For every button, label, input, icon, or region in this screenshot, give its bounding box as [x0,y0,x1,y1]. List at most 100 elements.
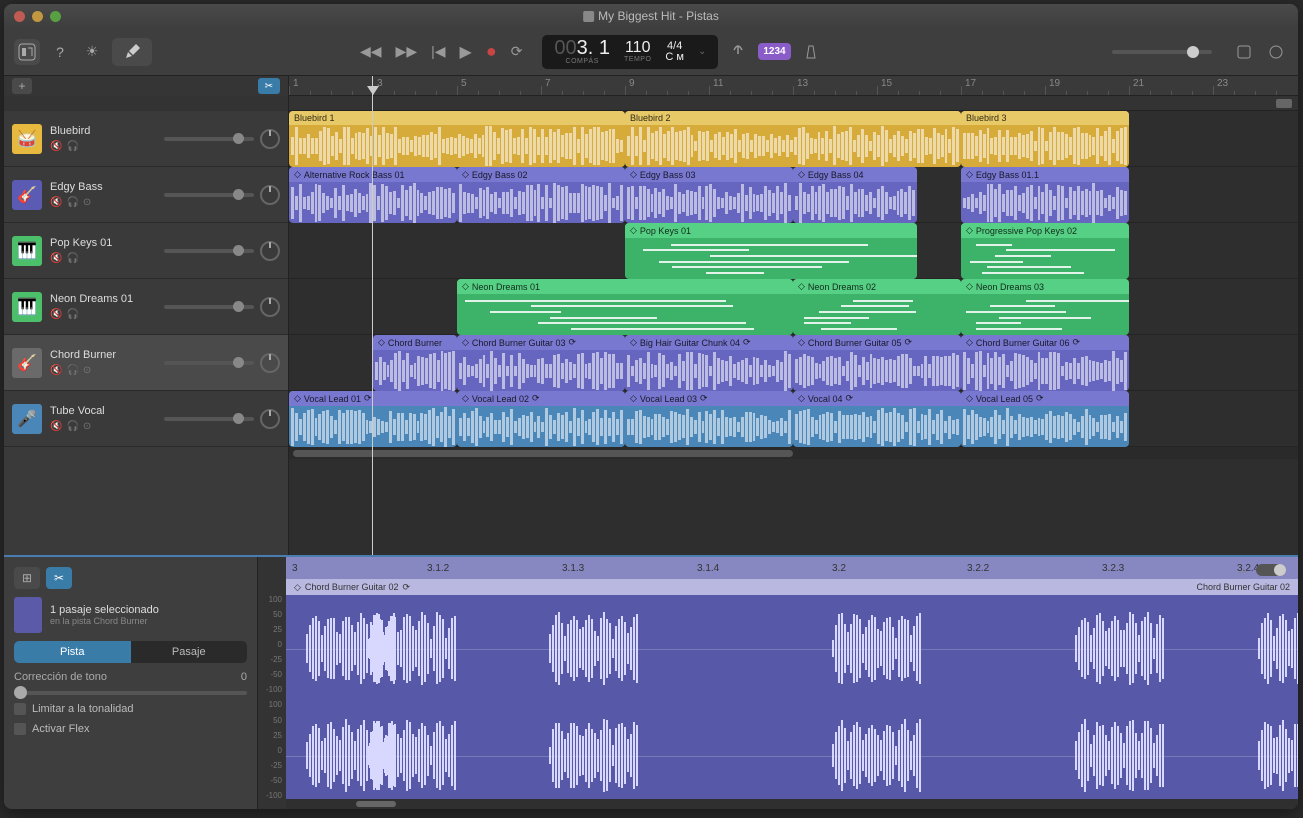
overview-strip[interactable] [289,96,1298,111]
region[interactable]: ◇Edgy Bass 01.1 [961,167,1129,223]
count-in-badge[interactable]: 1234 [758,43,790,60]
notepad-icon[interactable] [1232,40,1256,64]
tab-region[interactable]: Pasaje [131,641,248,663]
region[interactable]: ◇Big Hair Guitar Chunk 04⟳ [625,335,793,391]
appearance-icon[interactable]: ☀ [80,40,104,64]
track-pan-knob[interactable] [260,409,280,429]
track-lane[interactable]: ◇Chord Burner◇Chord Burner Guitar 03⟳◇Bi… [289,335,1298,391]
play-button[interactable]: ▶ [460,42,472,62]
region[interactable]: Bluebird 2 [625,111,961,167]
track-lane[interactable]: Bluebird 1Bluebird 2Bluebird 3 [289,111,1298,167]
timeline-ruler[interactable]: 1357911131517192123 [289,76,1298,96]
track-header[interactable]: 🥁 Bluebird 🔇 🎧 [4,111,288,167]
forward-button[interactable]: ▶▶ [396,43,418,60]
mute-button[interactable]: 🔇 [50,141,62,152]
mute-button[interactable]: 🔇 [50,253,62,264]
solo-button[interactable]: 🎧 [66,197,78,208]
region[interactable]: ◇Vocal Lead 02⟳ [457,391,625,447]
region[interactable]: ◇Neon Dreams 02 [793,279,961,335]
track-pan-knob[interactable] [260,241,280,261]
track-lane[interactable]: ◇Pop Keys 01 ◇Progressive Pop Keys 02 [289,223,1298,279]
region[interactable]: ◇Vocal Lead 01⟳ [289,391,457,447]
loop-browser-icon[interactable] [1264,40,1288,64]
region[interactable]: ◇Vocal Lead 05⟳ [961,391,1129,447]
region[interactable]: Bluebird 3 [961,111,1129,167]
track-lane[interactable]: ◇Neon Dreams 01◇Neon Dreams 02◇Neon Drea… [289,279,1298,335]
region[interactable]: ◇Edgy Bass 03 [625,167,793,223]
region[interactable]: ◇Chord Burner [373,335,457,391]
region[interactable]: ◇Alternative Rock Bass 01 [289,167,457,223]
input-monitor-button[interactable]: ⊙ [83,421,91,432]
region[interactable]: ◇Vocal Lead 03⟳ [625,391,793,447]
track-volume-slider[interactable] [164,249,254,253]
arrangement-scrollbar[interactable] [289,447,1298,459]
edit-toggle[interactable] [112,38,152,66]
track-header[interactable]: 🎸 Edgy Bass 🔇 🎧 ⊙ [4,167,288,223]
track-header[interactable]: 🎤 Tube Vocal 🔇 🎧 ⊙ [4,391,288,447]
editor-scrollbar[interactable] [286,799,1298,809]
cycle-button[interactable]: ⟳ [511,43,523,60]
track-pan-knob[interactable] [260,185,280,205]
track-lane[interactable]: ◇Vocal Lead 01⟳◇Vocal Lead 02⟳◇Vocal Lea… [289,391,1298,447]
mute-button[interactable]: 🔇 [50,197,62,208]
region[interactable]: ◇Chord Burner Guitar 03⟳ [457,335,625,391]
track-volume-slider[interactable] [164,193,254,197]
help-icon[interactable]: ? [48,40,72,64]
add-track-button[interactable]: + [12,78,32,94]
arrangement-area[interactable]: 1357911131517192123 Bluebird 1Bluebird 2… [289,76,1298,555]
region[interactable]: ◇Edgy Bass 02 [457,167,625,223]
track-volume-slider[interactable] [164,305,254,309]
track-pan-knob[interactable] [260,297,280,317]
solo-button[interactable]: 🎧 [66,365,78,376]
tab-track[interactable]: Pista [14,641,131,663]
playhead[interactable] [372,76,373,555]
scissors-button[interactable]: ✂ [258,78,280,94]
track-header[interactable]: 🎸 Chord Burner 🔇 🎧 ⊙ [4,335,288,391]
region[interactable]: ◇Edgy Bass 04 [793,167,917,223]
rewind-button[interactable]: ◀◀ [360,43,382,60]
pitch-correction-slider[interactable] [14,691,247,695]
record-button[interactable]: ● [486,41,497,62]
minimize-window[interactable] [32,11,43,22]
track-pan-knob[interactable] [260,129,280,149]
editor-region-header[interactable]: ◇Chord Burner Guitar 02⟳ Chord Burner Gu… [286,579,1298,595]
master-volume-slider[interactable] [1112,50,1212,54]
editor-view-button[interactable]: ⊞ [14,567,40,589]
track-pan-knob[interactable] [260,353,280,373]
zoom-window[interactable] [50,11,61,22]
region[interactable]: Bluebird 1 [289,111,625,167]
editor-ruler[interactable]: 33.1.23.1.33.1.43.23.2.23.2.33.2.4 [286,557,1298,579]
track-volume-slider[interactable] [164,361,254,365]
solo-button[interactable]: 🎧 [66,421,78,432]
mute-button[interactable]: 🔇 [50,309,62,320]
region[interactable]: ◇Pop Keys 01 [625,223,917,279]
region[interactable]: ◇Progressive Pop Keys 02 [961,223,1129,279]
track-volume-slider[interactable] [164,417,254,421]
mute-button[interactable]: 🔇 [50,421,62,432]
editor-scissors-button[interactable]: ✂ [46,567,72,589]
input-monitor-button[interactable]: ⊙ [83,197,91,208]
goto-start-button[interactable]: |◀ [431,43,445,60]
enable-flex-checkbox[interactable]: Activar Flex [14,723,247,735]
region[interactable]: ◇Neon Dreams 01 [457,279,793,335]
region[interactable]: ◇Neon Dreams 03 [961,279,1129,335]
track-header[interactable]: 🎹 Neon Dreams 01 🔇 🎧 [4,279,288,335]
lcd-dropdown-icon[interactable]: ⌄ [698,46,706,57]
region[interactable]: ◇Vocal 04⟳ [793,391,961,447]
solo-button[interactable]: 🎧 [66,309,78,320]
editor-zoom-toggle[interactable] [1256,564,1286,576]
solo-button[interactable]: 🎧 [66,253,78,264]
track-volume-slider[interactable] [164,137,254,141]
close-window[interactable] [14,11,25,22]
library-button[interactable] [14,39,40,65]
lcd-display[interactable]: 003. 1 COMPÁS 110 TEMPO 4/4 C м ⌄ [542,35,718,69]
editor-horizontal-zoom-icon[interactable]: ↔ [1236,563,1248,577]
editor-waveform-area[interactable]: ↔ 33.1.23.1.33.1.43.23.2.23.2.33.2.4 ◇Ch… [286,557,1298,809]
track-header[interactable]: 🎹 Pop Keys 01 🔇 🎧 [4,223,288,279]
region[interactable]: ◇Chord Burner Guitar 06⟳ [961,335,1129,391]
metronome-icon[interactable] [799,40,823,64]
limit-to-key-checkbox[interactable]: Limitar a la tonalidad [14,703,247,715]
mute-button[interactable]: 🔇 [50,365,62,376]
solo-button[interactable]: 🎧 [66,141,78,152]
input-monitor-button[interactable]: ⊙ [83,365,91,376]
